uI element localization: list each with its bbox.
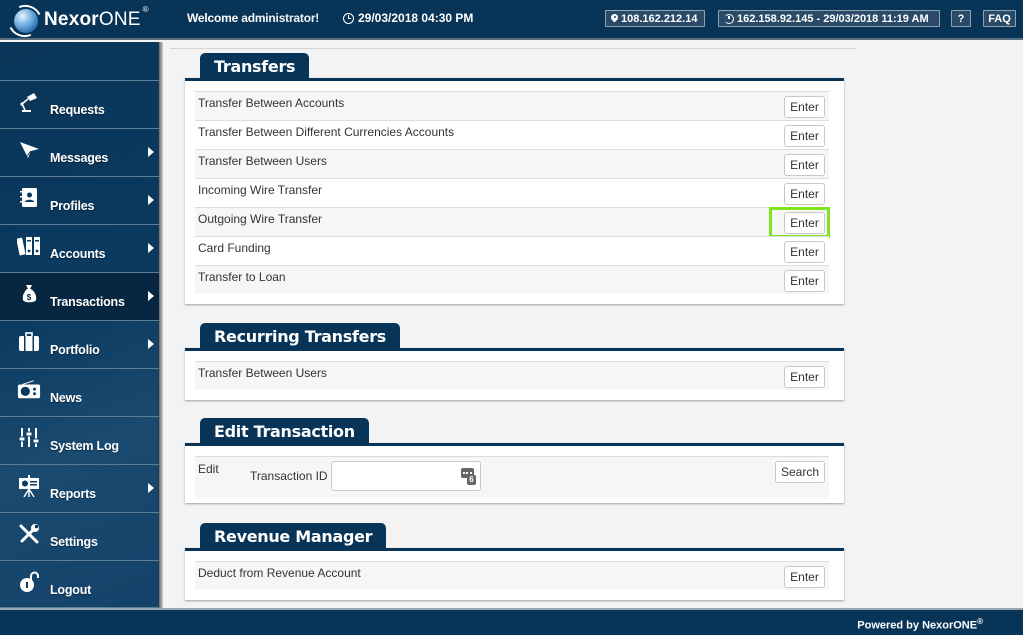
search-button[interactable]: Search	[775, 461, 825, 483]
sidebar-divider	[159, 42, 163, 608]
sidebar-nav: Requests Messages Profiles Accounts $ Tr…	[0, 80, 159, 608]
sidebar-item-news[interactable]: News	[0, 368, 159, 416]
transaction-id-label: Transaction ID	[250, 469, 328, 483]
map-pin-icon	[611, 14, 618, 23]
unlocked-padlock-icon	[17, 571, 41, 593]
paper-plane-icon	[17, 139, 41, 161]
globe-logo-icon	[3, 0, 47, 42]
submenu-arrow-icon	[148, 339, 154, 349]
list-item: Transfer Between Different Currencies Ac…	[195, 120, 829, 149]
footer: Powered by NexorONE®	[0, 608, 1023, 635]
sidebar-item-settings[interactable]: Settings	[0, 512, 159, 560]
clock-icon	[343, 12, 354, 24]
desk-lamp-icon	[17, 91, 41, 113]
list-item: Outgoing Wire Transfer Enter	[195, 207, 830, 238]
revenue-panel-body: Deduct from Revenue Account Enter	[185, 548, 844, 600]
money-bag-icon: $	[17, 283, 41, 305]
sidebar: Requests Messages Profiles Accounts $ Tr…	[0, 42, 159, 608]
list-item: Incoming Wire Transfer Enter	[195, 178, 829, 207]
recurring-panel-body: Transfer Between Users Enter	[185, 348, 844, 400]
list-item: Transfer Between Users Enter	[195, 361, 829, 390]
help-button[interactable]: ?	[951, 10, 971, 27]
sidebar-item-reports[interactable]: Reports	[0, 464, 159, 512]
powered-by-text: Powered by NexorONE®	[857, 617, 983, 632]
sidebar-item-portfolio[interactable]: Portfolio	[0, 320, 159, 368]
edit-row: Edit Transaction ID 6 Search	[195, 456, 829, 498]
virtual-keypad-icon[interactable]: 6	[461, 468, 476, 485]
radio-icon	[17, 379, 41, 401]
sidebar-item-transactions[interactable]: $ Transactions	[0, 272, 159, 320]
submenu-arrow-icon	[148, 147, 154, 157]
enter-button[interactable]: Enter	[784, 241, 825, 263]
transaction-id-input[interactable]	[331, 461, 481, 491]
submenu-arrow-icon	[148, 195, 154, 205]
recurring-transfers-tab: Recurring Transfers	[200, 323, 401, 350]
revenue-manager-panel: Revenue Manager Deduct from Revenue Acco…	[185, 523, 844, 601]
list-item: Transfer Between Accounts Enter	[195, 91, 829, 120]
highlight-box	[769, 207, 830, 238]
enter-button[interactable]: Enter	[784, 366, 825, 388]
welcome-message: Welcome administrator!	[187, 11, 320, 25]
current-datetime: 29/03/2018 04:30 PM	[343, 11, 473, 25]
transfers-tab: Transfers	[200, 53, 310, 80]
submenu-arrow-icon	[148, 291, 154, 301]
list-item: Transfer to Loan Enter	[195, 265, 829, 294]
enter-button[interactable]: Enter	[784, 270, 825, 292]
briefcase-icon	[17, 331, 41, 353]
sidebar-item-logout[interactable]: Logout	[0, 560, 159, 608]
sidebar-item-requests[interactable]: Requests	[0, 80, 159, 128]
contact-book-icon	[17, 187, 41, 209]
svg-text:$: $	[27, 293, 32, 302]
edit-transaction-tab: Edit Transaction	[200, 418, 369, 445]
binders-icon	[17, 235, 41, 257]
enter-button[interactable]: Enter	[784, 183, 825, 205]
transfers-panel: Transfers Transfer Between Accounts Ente…	[185, 53, 844, 305]
sidebar-item-accounts[interactable]: Accounts	[0, 224, 159, 272]
list-item: Transfer Between Users Enter	[195, 149, 829, 178]
recurring-transfers-panel: Recurring Transfers Transfer Between Use…	[185, 323, 844, 401]
top-header: NexorONE ® Welcome administrator! 29/03/2…	[0, 0, 1023, 42]
sliders-icon	[17, 427, 41, 449]
wrench-screwdriver-icon	[17, 523, 41, 545]
logo-text: NexorONE ®	[44, 5, 149, 30]
history-icon	[724, 13, 734, 24]
list-item: Deduct from Revenue Account Enter	[195, 561, 829, 590]
sidebar-item-profiles[interactable]: Profiles	[0, 176, 159, 224]
enter-button[interactable]: Enter	[784, 566, 825, 588]
presentation-board-icon	[17, 475, 41, 497]
submenu-arrow-icon	[148, 243, 154, 253]
enter-button[interactable]: Enter	[784, 96, 825, 118]
edit-panel-body: Edit Transaction ID 6 Search	[185, 443, 844, 503]
list-item: Card Funding Enter	[195, 236, 829, 265]
ip-address-badge[interactable]: 108.162.212.14	[605, 10, 705, 27]
content-top-divider	[170, 48, 856, 49]
edit-transaction-panel: Edit Transaction Edit Transaction ID 6 S…	[185, 418, 844, 503]
submenu-arrow-icon	[148, 483, 154, 493]
revenue-manager-tab: Revenue Manager	[200, 523, 387, 550]
faq-button[interactable]: FAQ	[983, 10, 1016, 27]
sidebar-item-system-log[interactable]: System Log	[0, 416, 159, 464]
last-login-badge[interactable]: 162.158.92.145 - 29/03/2018 11:19 AM	[718, 10, 940, 27]
sidebar-item-messages[interactable]: Messages	[0, 128, 159, 176]
enter-button[interactable]: Enter	[784, 125, 825, 147]
nexorone-logo[interactable]: NexorONE ®	[3, 0, 149, 42]
enter-button[interactable]: Enter	[784, 154, 825, 176]
transfers-panel-body: Transfer Between Accounts Enter Transfer…	[185, 78, 844, 304]
